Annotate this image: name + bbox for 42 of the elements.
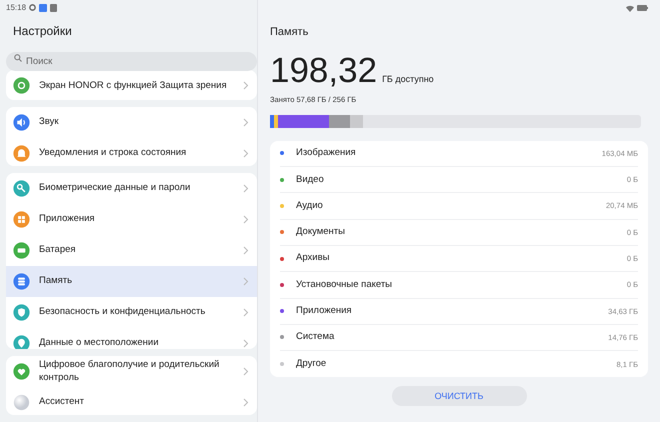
category-label: Приложения xyxy=(296,304,352,318)
sim-icon xyxy=(50,4,58,12)
status-time: 15:18 xyxy=(6,2,26,14)
category-label: Изображения xyxy=(296,146,356,160)
page-title: Память xyxy=(270,25,310,40)
settings-item[interactable]: Ассистент xyxy=(6,387,257,415)
category-label: Видео xyxy=(296,172,324,187)
category-label: Другое xyxy=(296,357,326,372)
settings-item[interactable]: Цифровое благополучие и родительский контроль xyxy=(6,356,257,388)
chevron-right-icon xyxy=(243,81,249,90)
category-label: Система xyxy=(296,330,334,344)
settings-item[interactable]: Биометрические данные и пароли xyxy=(6,172,257,204)
category-label: Документы xyxy=(296,225,345,240)
available-space: 198,32 xyxy=(270,52,378,88)
settings-item[interactable]: Безопасность и конфиденциальность xyxy=(6,296,257,328)
clear-button[interactable]: ОЧИСТИТЬ xyxy=(392,386,526,406)
category-label: Архивы xyxy=(296,251,330,266)
app-notification-icon xyxy=(39,4,48,12)
chevron-right-icon xyxy=(243,148,249,158)
chevron-right-icon xyxy=(243,398,249,408)
settings-item[interactable]: Уведомления и строка состояния xyxy=(6,138,257,166)
search-field[interactable]: Поиск xyxy=(6,52,257,72)
chevron-right-icon xyxy=(243,118,249,127)
settings-item[interactable]: Данные о местоположении xyxy=(6,328,257,350)
chevron-right-icon xyxy=(243,184,249,192)
chevron-right-icon xyxy=(243,276,249,286)
settings-item[interactable]: Звук xyxy=(6,106,257,138)
battery-icon xyxy=(637,5,648,11)
settings-title: Настройки xyxy=(13,23,73,40)
settings-item[interactable]: Батарея xyxy=(6,234,257,266)
chevron-right-icon xyxy=(243,246,249,254)
chevron-right-icon xyxy=(243,308,249,316)
settings-item[interactable]: Память xyxy=(6,266,257,296)
settings-item[interactable]: Экран HONOR с функцией Защита зрения xyxy=(6,70,257,100)
chevron-right-icon xyxy=(243,338,249,348)
category-label: Установочные пакеты xyxy=(296,278,392,292)
chevron-right-icon xyxy=(243,367,249,376)
wifi-icon xyxy=(626,4,634,12)
available-unit: ГБ доступно xyxy=(382,72,434,86)
settings-item[interactable]: Приложения xyxy=(6,204,257,234)
chevron-right-icon xyxy=(243,214,249,224)
category-label: Аудио xyxy=(296,198,323,213)
